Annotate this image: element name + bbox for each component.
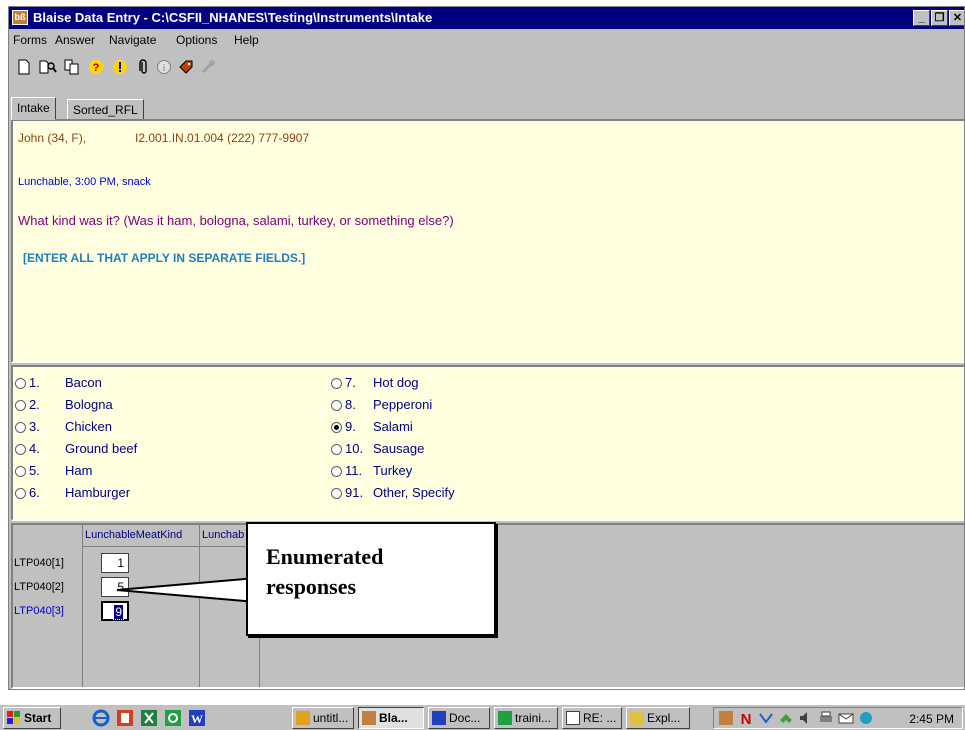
netscape-icon[interactable]: N — [738, 710, 754, 726]
blaise-app-icon[interactable]: bß — [12, 10, 28, 25]
radio-button[interactable] — [331, 444, 342, 455]
answer-options-pane: 1. Bacon 2. Bologna 3. Chicken 4. Ground bee… — [11, 365, 964, 521]
interviewer-instruction: [ENTER ALL THAT APPLY IN SEPARATE FIELDS… — [23, 251, 306, 265]
field-value: 1 — [117, 556, 124, 570]
column-header-meat-kind[interactable]: LunchableMeatKind — [83, 525, 200, 547]
word-icon[interactable]: W — [188, 709, 206, 727]
antivirus-icon[interactable] — [858, 710, 874, 726]
info-icon[interactable] — [111, 59, 129, 77]
respondent-info: John (34, F), I2.001.IN.01.004 (222) 777… — [18, 131, 309, 145]
printer-icon[interactable] — [818, 710, 834, 726]
radio-button-selected[interactable] — [331, 422, 342, 433]
radio-button[interactable] — [15, 466, 26, 477]
window-title: Blaise Data Entry - C:\CSFII_NHANES\Test… — [33, 10, 433, 25]
radio-button[interactable] — [331, 488, 342, 499]
paperclip-icon[interactable] — [135, 59, 153, 77]
menu-help[interactable]: Help — [234, 33, 259, 47]
row-label-current: LTP040[3] — [14, 605, 64, 617]
system-clock[interactable]: 2:45 PM — [909, 712, 954, 726]
find-icon[interactable] — [39, 59, 57, 77]
svg-text:N: N — [741, 711, 752, 726]
taskbar-training[interactable]: traini... — [494, 707, 558, 729]
window-controls: _ ❐ ✕ — [912, 9, 964, 27]
row-label: LTP040[1] — [14, 557, 64, 569]
field-value-selected: 9 — [113, 604, 124, 620]
windows-logo-icon — [7, 711, 20, 724]
taskbar-paint-untitled[interactable]: untitl... — [292, 707, 354, 729]
callout-text: Enumerated responses — [266, 542, 383, 602]
help-icon[interactable]: ? — [87, 59, 105, 77]
menu-answer[interactable]: Answer — [55, 33, 95, 47]
menu-options[interactable]: Options — [176, 33, 217, 47]
radio-button[interactable] — [15, 400, 26, 411]
callout-annotation: Enumerated responses — [246, 522, 496, 636]
minimize-button[interactable]: _ — [913, 10, 930, 26]
internet-explorer-icon[interactable] — [92, 709, 110, 727]
svg-text:i: i — [163, 63, 166, 74]
form-tabs: Intake Sorted_RFL — [9, 95, 964, 120]
taskbar-explorer[interactable]: Expl... — [626, 707, 690, 729]
question-pane: John (34, F), I2.001.IN.01.004 (222) 777… — [11, 119, 964, 363]
ruler-icon[interactable] — [199, 59, 217, 77]
title-bar[interactable]: bß Blaise Data Entry - C:\CSFII_NHANES\T… — [9, 7, 964, 29]
new-form-icon[interactable] — [15, 59, 33, 77]
radio-button[interactable] — [331, 378, 342, 389]
menu-forms[interactable]: Forms — [13, 33, 47, 47]
question-text: What kind was it? (Was it ham, bologna, … — [18, 213, 454, 228]
field-cell[interactable]: 5 — [101, 577, 129, 597]
taskbar-blaise[interactable]: Bla... — [358, 707, 424, 729]
taskbar: Start W untitl... Bla... Doc... traini..… — [0, 704, 965, 730]
respondent-name: John (34, F), — [18, 131, 87, 145]
field-cell[interactable]: 1 — [101, 553, 129, 573]
callout-line-1: Enumerated — [266, 544, 384, 569]
field-value: 5 — [117, 580, 124, 594]
radio-button[interactable] — [331, 466, 342, 477]
radio-button[interactable] — [15, 378, 26, 389]
radio-button[interactable] — [331, 400, 342, 411]
envelope-icon — [566, 711, 580, 725]
svg-text:?: ? — [93, 62, 100, 74]
taskbar-email-re[interactable]: RE: ... — [562, 707, 622, 729]
field-cell-current[interactable]: 9 — [101, 601, 129, 621]
close-button[interactable]: ✕ — [949, 10, 964, 26]
tab-intake[interactable]: Intake — [11, 97, 56, 120]
row-label: LTP040[2] — [14, 581, 64, 593]
phone-icon[interactable] — [778, 710, 794, 726]
copy-icon[interactable] — [63, 59, 81, 77]
blaise-app-icon — [362, 711, 376, 725]
network-icon[interactable] — [758, 710, 774, 726]
powerpoint-icon[interactable] — [116, 709, 134, 727]
word-icon — [432, 711, 446, 725]
food-context: Lunchable, 3:00 PM, snack — [18, 176, 151, 188]
excel-icon[interactable] — [140, 709, 158, 727]
case-identifier: I2.001.IN.01.004 (222) 777-9907 — [135, 131, 310, 145]
radio-button[interactable] — [15, 444, 26, 455]
outlook-icon[interactable] — [164, 709, 182, 727]
explorer-icon — [630, 711, 644, 725]
mail-icon[interactable] — [838, 710, 854, 726]
speaker-icon[interactable] — [798, 710, 814, 726]
about-icon[interactable]: i — [155, 59, 173, 77]
callout-line-2: responses — [266, 574, 357, 599]
radio-button[interactable] — [15, 422, 26, 433]
training-app-icon — [498, 711, 512, 725]
start-button[interactable]: Start — [3, 707, 61, 729]
restore-button[interactable]: ❐ — [931, 10, 948, 26]
toolbar: ? i — [9, 53, 964, 83]
tab-sorted-rfl[interactable]: Sorted_RFL — [67, 99, 144, 120]
svg-text:W: W — [191, 712, 203, 726]
menu-navigate[interactable]: Navigate — [109, 33, 156, 47]
system-tray: N 2:45 PM — [713, 707, 963, 729]
blaise-tray-icon[interactable] — [718, 710, 734, 726]
tag-icon[interactable] — [177, 59, 195, 77]
menu-bar: Forms Answer Navigate Options Help — [9, 30, 964, 50]
paint-icon — [296, 711, 310, 725]
radio-button[interactable] — [15, 488, 26, 499]
taskbar-document[interactable]: Doc... — [428, 707, 490, 729]
